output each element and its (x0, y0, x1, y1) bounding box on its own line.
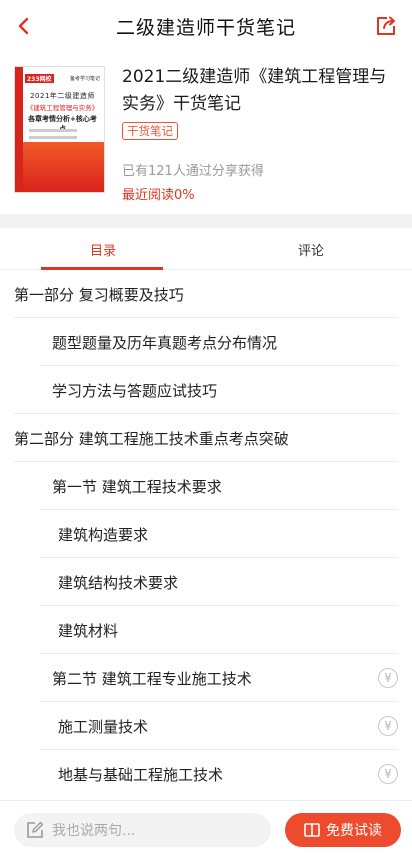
tab-comments[interactable]: 评论 (298, 240, 324, 259)
tab-contents[interactable]: 目录 (90, 240, 116, 259)
toc-item-label: 学习方法与答题应试技巧 (52, 381, 218, 400)
cover-top: 233网校 备考学习笔记 (25, 73, 100, 83)
shared-count: 已有121人通过分享获得 (122, 164, 264, 179)
yen-lock-icon: ¥ (378, 716, 398, 736)
bottom-bar: 我也说两句... 免费试读 (0, 800, 412, 860)
toc-item-label: 第二节 建筑工程专业施工技术 (52, 669, 252, 688)
cover-line-1: 2021年二级建造师 (30, 92, 95, 100)
toc-item[interactable]: 第二部分 建筑工程施工技术重点考点突破 (0, 414, 412, 462)
free-trial-read-label: 免费试读 (326, 823, 382, 839)
cover-line-2: 《建筑工程管理与实务》 (26, 104, 99, 112)
cover-bottom-art (23, 142, 104, 192)
toc-item[interactable]: 地基与基础工程施工技术 ¥ (0, 750, 412, 798)
toc-item[interactable]: 第一部分 复习概要及技巧 (0, 270, 412, 318)
toc-item-label: 建筑结构技术要求 (58, 573, 179, 592)
toc-item-label: 第二部分 建筑工程施工技术重点考点突破 (14, 429, 289, 448)
toc-item-label: 建筑材料 (58, 621, 119, 640)
toc-item[interactable]: 第二节 建筑工程专业施工技术 ¥ (0, 654, 412, 702)
page-title: 二级建造师干货笔记 (115, 17, 296, 39)
book-info: 233网校 备考学习笔记 2021年二级建造师 《建筑工程管理与实务》 各章考情… (0, 52, 412, 214)
book-badge: 干货笔记 (122, 122, 178, 140)
toc-item[interactable]: 题型题量及历年真题考点分布情况 (0, 318, 412, 366)
comment-input[interactable]: 我也说两句... (14, 813, 271, 847)
toc-item-label: 第一部分 复习概要及技巧 (14, 285, 184, 304)
book-title: 2021二级建造师《建筑工程管理与实务》干货笔记 (122, 67, 387, 114)
edit-icon (27, 821, 44, 838)
comment-placeholder: 我也说两句... (52, 823, 136, 839)
toc-item[interactable]: 建筑构造要求 (0, 510, 412, 558)
toc-item[interactable]: 学习方法与答题应试技巧 (0, 366, 412, 414)
cover-tag: 备考学习笔记 (69, 75, 100, 82)
toc-item-label: 第一节 建筑工程技术要求 (52, 477, 222, 496)
yen-lock-icon: ¥ (378, 764, 398, 784)
toc-item[interactable]: 施工测量技术 ¥ (0, 702, 412, 750)
cover-strip (15, 67, 23, 192)
toc-item-label: 题型题量及历年真题考点分布情况 (52, 333, 278, 352)
read-progress: 最近阅读0% (122, 188, 195, 203)
toc-item-label: 建筑构造要求 (58, 525, 149, 544)
share-button[interactable] (370, 10, 402, 42)
toc-item[interactable]: 建筑结构技术要求 (0, 558, 412, 606)
yen-lock-icon: ¥ (378, 668, 398, 688)
section-gap (0, 214, 412, 228)
tab-bar: 目录 评论 (0, 228, 412, 270)
book-cover[interactable]: 233网校 备考学习笔记 2021年二级建造师 《建筑工程管理与实务》 各章考情… (14, 66, 105, 193)
toc-item[interactable]: 建筑材料 (0, 606, 412, 654)
free-trial-read-button[interactable]: 免费试读 (285, 813, 401, 847)
book-icon (304, 823, 320, 837)
toc-item-label: 地基与基础工程施工技术 (58, 765, 224, 784)
toc-item-label: 施工测量技术 (58, 717, 149, 736)
share-icon (377, 16, 395, 35)
app-header: 二级建造师干货笔记 (0, 0, 412, 52)
cover-logo: 233网校 (25, 73, 54, 83)
toc-item[interactable]: 第一节 建筑工程技术要求 (0, 462, 412, 510)
